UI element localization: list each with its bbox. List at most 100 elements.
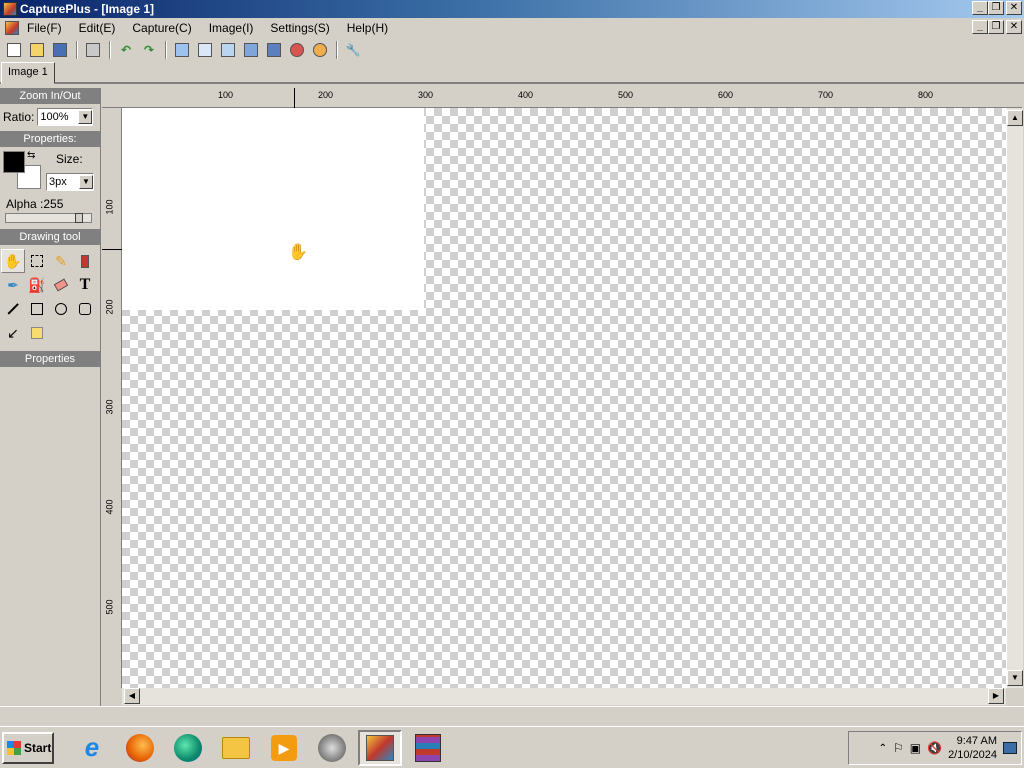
- ratio-label: Ratio:: [3, 110, 35, 124]
- show-desktop-icon[interactable]: [1003, 742, 1017, 754]
- highlight-tool[interactable]: [25, 321, 49, 345]
- size-select[interactable]: 3px ▼: [46, 173, 94, 191]
- redo-button[interactable]: ↷: [138, 39, 160, 61]
- menu-capture[interactable]: Capture(C): [132, 21, 191, 35]
- taskbar-firefox[interactable]: [118, 730, 162, 766]
- doc-restore-button[interactable]: ❐: [988, 20, 1004, 34]
- new-file-icon: [7, 43, 21, 57]
- toolbar: ↶ ↷ 🔧: [0, 38, 1024, 62]
- capture-region-button[interactable]: [171, 39, 193, 61]
- menu-bar: File(F) Edit(E) Capture(C) Image(I) Sett…: [0, 18, 1024, 38]
- app-icon[interactable]: [3, 2, 17, 16]
- scroll-down-icon[interactable]: ▼: [1007, 670, 1023, 686]
- clock-date: 2/10/2024: [948, 749, 997, 761]
- menu-help[interactable]: Help(H): [347, 21, 388, 35]
- open-button[interactable]: [26, 39, 48, 61]
- pencil-tool[interactable]: ✎: [49, 249, 73, 273]
- windows-logo-icon: [7, 740, 21, 755]
- menu-settings[interactable]: Settings(S): [270, 21, 329, 35]
- spray-tool[interactable]: [73, 249, 97, 273]
- rounded-rect-tool[interactable]: [73, 297, 97, 321]
- vertical-scrollbar[interactable]: ▲ ▼: [1006, 108, 1023, 688]
- ratio-select[interactable]: 100% ▼: [37, 108, 94, 126]
- internet-explorer-icon: e: [84, 732, 100, 762]
- toolbar-separator: [165, 41, 167, 59]
- show-hidden-icons[interactable]: ⌃: [879, 743, 887, 754]
- minimize-button[interactable]: _: [972, 1, 988, 15]
- effects-button[interactable]: [286, 39, 308, 61]
- network-icon[interactable]: ▣: [910, 741, 921, 755]
- doc-close-button[interactable]: ✕: [1006, 20, 1022, 34]
- scroll-right-icon[interactable]: ▶: [988, 688, 1004, 704]
- clock[interactable]: 9:47 AM 2/10/2024: [948, 734, 997, 762]
- save-button[interactable]: [49, 39, 71, 61]
- image-canvas[interactable]: [122, 108, 1006, 688]
- taskbar-media-player[interactable]: ▶: [262, 730, 306, 766]
- doc-minimize-button[interactable]: _: [972, 20, 988, 34]
- slider-thumb[interactable]: [75, 213, 83, 223]
- freehand-icon: [267, 43, 281, 57]
- taskbar-safari[interactable]: [310, 730, 354, 766]
- tab-image-1[interactable]: Image 1: [1, 62, 55, 84]
- taskbar-explorer[interactable]: [214, 730, 258, 766]
- menu-edit[interactable]: Edit(E): [79, 21, 116, 35]
- line-tool[interactable]: [1, 297, 25, 321]
- fullscreen-icon: [221, 43, 235, 57]
- ruler-cursor-marker: [102, 249, 122, 250]
- capture-freehand-button[interactable]: [263, 39, 285, 61]
- taskbar-winrar[interactable]: [406, 730, 450, 766]
- toolbar-separator: [109, 41, 111, 59]
- capture-object-button[interactable]: [240, 39, 262, 61]
- flag-icon[interactable]: ⚐: [893, 741, 904, 755]
- taskbar-captureplus[interactable]: [358, 729, 402, 766]
- alpha-label: Alpha :255: [6, 197, 64, 211]
- ruler-label: 100: [104, 199, 115, 215]
- select-tool[interactable]: [25, 249, 49, 273]
- taskbar-internet-explorer[interactable]: e: [70, 730, 114, 766]
- drawing-tools: ✋ ✎ ✒ ⛽ T ↙: [0, 247, 100, 347]
- ruler-horizontal: 100 200 300 400 500 600 700 800: [102, 88, 1022, 108]
- taskbar-edge[interactable]: [166, 730, 210, 766]
- scroll-up-icon[interactable]: ▲: [1007, 110, 1023, 126]
- chevron-down-icon[interactable]: ▼: [79, 175, 93, 189]
- ratio-value: 100%: [40, 111, 69, 123]
- swap-colors-icon[interactable]: ⇆: [27, 150, 35, 161]
- capture-window-button[interactable]: [194, 39, 216, 61]
- menu-file[interactable]: File(F): [27, 21, 62, 35]
- volume-muted-icon[interactable]: 🔇: [927, 741, 942, 755]
- print-button[interactable]: [82, 39, 104, 61]
- image-content[interactable]: [122, 108, 424, 310]
- settings-button[interactable]: 🔧: [342, 39, 364, 61]
- start-label: Start: [24, 740, 52, 755]
- object-icon: [244, 43, 258, 57]
- size-label: Size:: [56, 152, 83, 166]
- clock-time: 9:47 AM: [956, 735, 997, 747]
- document-icon[interactable]: [5, 21, 19, 35]
- ruler-label: 700: [818, 90, 834, 100]
- fill-tool[interactable]: ⛽: [25, 273, 49, 297]
- eraser-tool[interactable]: [49, 273, 73, 297]
- chevron-down-icon[interactable]: ▼: [78, 110, 93, 124]
- start-button[interactable]: Start: [2, 731, 54, 764]
- undo-button[interactable]: ↶: [115, 39, 137, 61]
- scroll-left-icon[interactable]: ◀: [124, 688, 140, 704]
- horizontal-scrollbar[interactable]: ◀ ▶: [122, 688, 1006, 705]
- hand-tool[interactable]: ✋: [1, 249, 25, 273]
- ruler-label: 400: [104, 499, 115, 515]
- alpha-slider[interactable]: [5, 213, 92, 223]
- foreground-color-swatch[interactable]: [3, 151, 25, 173]
- rectangle-tool[interactable]: [25, 297, 49, 321]
- menu-image[interactable]: Image(I): [209, 21, 254, 35]
- size-value: 3px: [49, 176, 67, 188]
- eyedropper-tool[interactable]: ✒: [1, 273, 25, 297]
- ellipse-tool[interactable]: [49, 297, 73, 321]
- text-tool[interactable]: T: [73, 273, 97, 297]
- new-button[interactable]: [3, 39, 25, 61]
- capture-fullscreen-button[interactable]: [217, 39, 239, 61]
- arrow-tool[interactable]: ↙: [1, 321, 25, 345]
- restore-button[interactable]: ❐: [988, 1, 1004, 15]
- media-player-icon: ▶: [271, 734, 297, 761]
- palette-button[interactable]: [309, 39, 331, 61]
- close-button[interactable]: ✕: [1006, 1, 1022, 15]
- marquee-icon: [31, 255, 43, 267]
